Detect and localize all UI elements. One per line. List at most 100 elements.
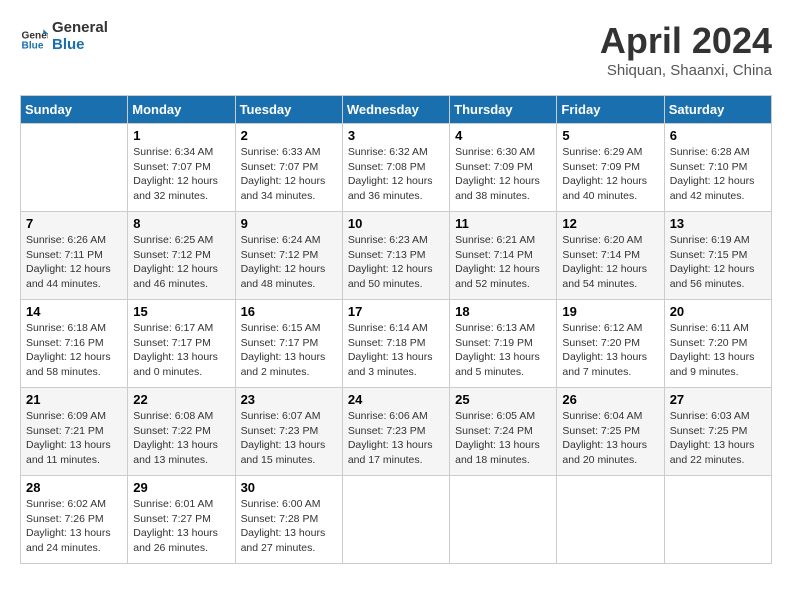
day-number: 12 — [562, 216, 658, 231]
day-info: Sunrise: 6:33 AM Sunset: 7:07 PM Dayligh… — [241, 145, 337, 204]
day-info: Sunrise: 6:06 AM Sunset: 7:23 PM Dayligh… — [348, 409, 444, 468]
calendar-cell: 15Sunrise: 6:17 AM Sunset: 7:17 PM Dayli… — [128, 300, 235, 388]
calendar-cell: 14 Sunrise: 6:18 AM Sunset: 7:16 PM Dayli… — [21, 300, 128, 388]
day-info: Sunrise: 6:07 AM Sunset: 7:23 PM Dayligh… — [241, 409, 337, 468]
logo: General Blue General Blue — [20, 20, 108, 53]
day-info: Sunrise: 6:14 AM Sunset: 7:18 PM Dayligh… — [348, 321, 444, 380]
calendar-cell: 16 Sunrise: 6:15 AM Sunset: 7:17 PM Dayli… — [235, 300, 342, 388]
day-number: 14 — [26, 304, 122, 319]
day-number: 3 — [348, 128, 444, 143]
day-info: Sunrise: 6:00 AM Sunset: 7:28 PM Dayligh… — [241, 497, 337, 556]
day-number: 25 — [455, 392, 551, 407]
calendar-cell: 18 Sunrise: 6:13 AM Sunset: 7:19 PM Dayli… — [450, 300, 557, 388]
calendar-cell: 11Sunrise: 6:21 AM Sunset: 7:14 PM Dayli… — [450, 212, 557, 300]
calendar-header-thursday: Thursday — [450, 96, 557, 124]
calendar-cell — [664, 476, 771, 564]
calendar-week-row: 1 Sunrise: 6:34 AM Sunset: 7:07 PM Daylig… — [21, 124, 772, 212]
day-number: 29 — [133, 480, 229, 495]
day-number: 9 — [241, 216, 337, 231]
day-number: 8 — [133, 216, 229, 231]
day-info: Sunrise: 6:32 AM Sunset: 7:08 PM Dayligh… — [348, 145, 444, 204]
day-number: 28 — [26, 480, 122, 495]
day-info: Sunrise: 6:30 AM Sunset: 7:09 PM Dayligh… — [455, 145, 551, 204]
day-number: 21 — [26, 392, 122, 407]
day-info: Sunrise: 6:29 AM Sunset: 7:09 PM Dayligh… — [562, 145, 658, 204]
calendar-cell: 9 Sunrise: 6:24 AM Sunset: 7:12 PM Daylig… — [235, 212, 342, 300]
day-info: Sunrise: 6:18 AM Sunset: 7:16 PM Dayligh… — [26, 321, 122, 380]
calendar-header-row: SundayMondayTuesdayWednesdayThursdayFrid… — [21, 96, 772, 124]
title-block: April 2024 Shiquan, Shaanxi, China — [600, 20, 772, 79]
day-info: Sunrise: 6:24 AM Sunset: 7:12 PM Dayligh… — [241, 233, 337, 292]
day-number: 27 — [670, 392, 766, 407]
calendar-cell: 8Sunrise: 6:25 AM Sunset: 7:12 PM Daylig… — [128, 212, 235, 300]
calendar-cell: 24 Sunrise: 6:06 AM Sunset: 7:23 PM Dayli… — [342, 388, 449, 476]
calendar-cell: 25Sunrise: 6:05 AM Sunset: 7:24 PM Dayli… — [450, 388, 557, 476]
calendar-cell — [557, 476, 664, 564]
calendar-cell: 6 Sunrise: 6:28 AM Sunset: 7:10 PM Daylig… — [664, 124, 771, 212]
calendar-cell: 19 Sunrise: 6:12 AM Sunset: 7:20 PM Dayli… — [557, 300, 664, 388]
logo-line1: General — [52, 20, 108, 37]
day-info: Sunrise: 6:08 AM Sunset: 7:22 PM Dayligh… — [133, 409, 229, 468]
day-number: 22 — [133, 392, 229, 407]
day-number: 6 — [670, 128, 766, 143]
day-info: Sunrise: 6:21 AM Sunset: 7:14 PM Dayligh… — [455, 233, 551, 292]
day-number: 16 — [241, 304, 337, 319]
calendar-table: SundayMondayTuesdayWednesdayThursdayFrid… — [20, 95, 772, 564]
day-number: 4 — [455, 128, 551, 143]
calendar-cell: 12Sunrise: 6:20 AM Sunset: 7:14 PM Dayli… — [557, 212, 664, 300]
calendar-header-monday: Monday — [128, 96, 235, 124]
calendar-cell: 2Sunrise: 6:33 AM Sunset: 7:07 PM Daylig… — [235, 124, 342, 212]
day-info: Sunrise: 6:04 AM Sunset: 7:25 PM Dayligh… — [562, 409, 658, 468]
day-info: Sunrise: 6:19 AM Sunset: 7:15 PM Dayligh… — [670, 233, 766, 292]
calendar-cell: 26 Sunrise: 6:04 AM Sunset: 7:25 PM Dayli… — [557, 388, 664, 476]
day-info: Sunrise: 6:11 AM Sunset: 7:20 PM Dayligh… — [670, 321, 766, 380]
calendar-cell: 28 Sunrise: 6:02 AM Sunset: 7:26 PM Dayli… — [21, 476, 128, 564]
svg-text:Blue: Blue — [22, 40, 44, 50]
month-title: April 2024 — [600, 20, 772, 62]
day-number: 5 — [562, 128, 658, 143]
day-number: 1 — [133, 128, 229, 143]
day-info: Sunrise: 6:34 AM Sunset: 7:07 PM Dayligh… — [133, 145, 229, 204]
day-number: 19 — [562, 304, 658, 319]
calendar-week-row: 7Sunrise: 6:26 AM Sunset: 7:11 PM Daylig… — [21, 212, 772, 300]
calendar-header-sunday: Sunday — [21, 96, 128, 124]
calendar-cell: 10Sunrise: 6:23 AM Sunset: 7:13 PM Dayli… — [342, 212, 449, 300]
day-number: 24 — [348, 392, 444, 407]
day-info: Sunrise: 6:15 AM Sunset: 7:17 PM Dayligh… — [241, 321, 337, 380]
calendar-body: 1 Sunrise: 6:34 AM Sunset: 7:07 PM Daylig… — [21, 124, 772, 564]
day-info: Sunrise: 6:28 AM Sunset: 7:10 PM Dayligh… — [670, 145, 766, 204]
location: Shiquan, Shaanxi, China — [600, 62, 772, 79]
day-number: 17 — [348, 304, 444, 319]
calendar-header-wednesday: Wednesday — [342, 96, 449, 124]
calendar-cell: 23Sunrise: 6:07 AM Sunset: 7:23 PM Dayli… — [235, 388, 342, 476]
page-header: General Blue General Blue April 2024 Shi… — [20, 20, 772, 79]
logo-line2: Blue — [52, 37, 108, 54]
day-number: 15 — [133, 304, 229, 319]
day-info: Sunrise: 6:02 AM Sunset: 7:26 PM Dayligh… — [26, 497, 122, 556]
day-info: Sunrise: 6:09 AM Sunset: 7:21 PM Dayligh… — [26, 409, 122, 468]
calendar-cell: 13Sunrise: 6:19 AM Sunset: 7:15 PM Dayli… — [664, 212, 771, 300]
calendar-cell: 7Sunrise: 6:26 AM Sunset: 7:11 PM Daylig… — [21, 212, 128, 300]
calendar-cell: 1 Sunrise: 6:34 AM Sunset: 7:07 PM Daylig… — [128, 124, 235, 212]
calendar-cell — [450, 476, 557, 564]
calendar-cell: 5 Sunrise: 6:29 AM Sunset: 7:09 PM Daylig… — [557, 124, 664, 212]
calendar-week-row: 28 Sunrise: 6:02 AM Sunset: 7:26 PM Dayli… — [21, 476, 772, 564]
day-number: 30 — [241, 480, 337, 495]
day-info: Sunrise: 6:13 AM Sunset: 7:19 PM Dayligh… — [455, 321, 551, 380]
day-number: 20 — [670, 304, 766, 319]
calendar-cell: 21 Sunrise: 6:09 AM Sunset: 7:21 PM Dayli… — [21, 388, 128, 476]
calendar-cell: 27Sunrise: 6:03 AM Sunset: 7:25 PM Dayli… — [664, 388, 771, 476]
calendar-week-row: 21 Sunrise: 6:09 AM Sunset: 7:21 PM Dayli… — [21, 388, 772, 476]
calendar-header-tuesday: Tuesday — [235, 96, 342, 124]
calendar-cell: 3 Sunrise: 6:32 AM Sunset: 7:08 PM Daylig… — [342, 124, 449, 212]
day-number: 26 — [562, 392, 658, 407]
day-number: 18 — [455, 304, 551, 319]
calendar-cell: 22 Sunrise: 6:08 AM Sunset: 7:22 PM Dayli… — [128, 388, 235, 476]
day-number: 7 — [26, 216, 122, 231]
day-info: Sunrise: 6:12 AM Sunset: 7:20 PM Dayligh… — [562, 321, 658, 380]
calendar-cell: 4 Sunrise: 6:30 AM Sunset: 7:09 PM Daylig… — [450, 124, 557, 212]
calendar-week-row: 14 Sunrise: 6:18 AM Sunset: 7:16 PM Dayli… — [21, 300, 772, 388]
calendar-cell: 29Sunrise: 6:01 AM Sunset: 7:27 PM Dayli… — [128, 476, 235, 564]
day-number: 10 — [348, 216, 444, 231]
calendar-header-saturday: Saturday — [664, 96, 771, 124]
